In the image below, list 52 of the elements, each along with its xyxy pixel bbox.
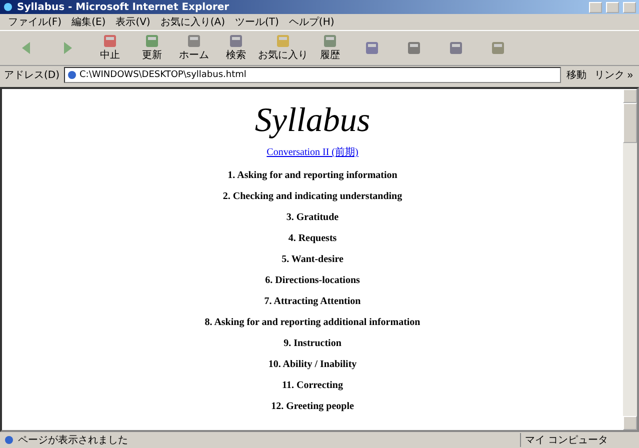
toolbar-icon — [324, 34, 336, 46]
syllabus-item: 11. Correcting — [282, 379, 343, 393]
toolbar-button[interactable]: 更新 — [132, 32, 172, 64]
toolbar-button[interactable]: お気に入り — [258, 32, 308, 64]
zone-text: マイ コンピュータ — [520, 433, 635, 447]
toolbar-icon — [408, 42, 420, 54]
page-title: Syllabus — [254, 101, 370, 141]
scrollbar[interactable] — [623, 89, 637, 430]
address-label: アドレス(D) — [4, 69, 60, 82]
syllabus-item: 1. Asking for and reporting information — [228, 169, 398, 183]
close-button[interactable] — [623, 2, 636, 12]
window-title: Syllabus - Microsoft Internet Explorer — [17, 2, 230, 12]
toolbar-icon — [146, 34, 158, 46]
syllabus-item: 10. Ability / Inability — [268, 358, 357, 372]
syllabus-item: 7. Attracting Attention — [264, 295, 361, 309]
status-text: ページが表示されました — [18, 434, 129, 447]
toolbar-icon — [104, 34, 116, 46]
toolbar-button[interactable]: 中止 — [90, 32, 130, 64]
syllabus-item: 8. Asking for and reporting additional information — [204, 316, 420, 330]
toolbar-icon — [230, 34, 242, 46]
toolbar-icon — [492, 42, 504, 54]
syllabus-item: 12. Greeting people — [271, 400, 354, 414]
syllabus-item: 2. Checking and indicating understanding — [222, 190, 402, 204]
toolbar-icon — [366, 42, 378, 54]
maximize-button[interactable] — [606, 2, 619, 12]
go-button[interactable]: 移動 — [564, 68, 589, 82]
arrow-icon — [62, 42, 74, 54]
menu-item[interactable]: ファイル(F) — [8, 15, 62, 29]
toolbar-icon — [277, 34, 289, 46]
links-button[interactable]: リンク » — [592, 68, 635, 82]
course-link[interactable]: Conversation II (前期) — [266, 145, 358, 159]
minimize-button[interactable] — [589, 2, 602, 12]
menu-item[interactable]: ヘルプ(H) — [288, 15, 334, 29]
syllabus-item: 6. Directions-locations — [265, 274, 360, 288]
syllabus-item: 4. Requests — [288, 232, 337, 246]
arrow-icon — [20, 42, 32, 54]
toolbar-button[interactable]: 検索 — [216, 32, 256, 64]
toolbar-icon — [188, 34, 200, 46]
address-field[interactable]: C:\WINDOWS\DESKTOP\syllabus.html — [64, 67, 561, 83]
toolbar-icon — [450, 42, 462, 54]
toolbar-button[interactable]: 履歴 — [310, 32, 350, 64]
syllabus-item: 3. Gratitude — [286, 211, 339, 225]
page-icon — [4, 435, 14, 445]
menu-item[interactable]: 表示(V) — [116, 15, 150, 29]
syllabus-item: 5. Want-desire — [282, 253, 344, 267]
menu-item[interactable]: 編集(E) — [72, 15, 106, 29]
syllabus-item: 9. Instruction — [284, 337, 342, 351]
browser-icon — [3, 2, 13, 12]
toolbar-button[interactable]: ホーム — [174, 32, 214, 64]
page-icon — [66, 70, 77, 80]
menu-item[interactable]: お気に入り(A) — [160, 15, 225, 29]
menu-item[interactable]: ツール(T) — [235, 15, 279, 29]
